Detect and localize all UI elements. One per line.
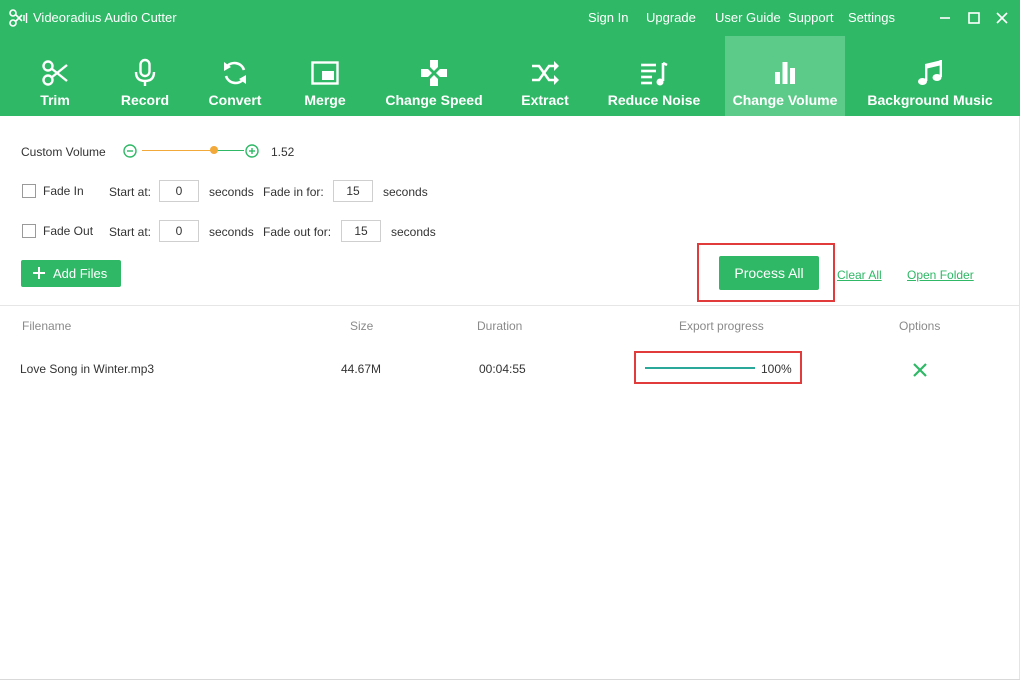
minimize-icon[interactable] <box>935 8 955 28</box>
tool-change-speed-label: Change Speed <box>385 92 483 108</box>
tool-record-label: Record <box>120 92 170 108</box>
sign-in-link[interactable]: Sign In <box>588 10 628 25</box>
fade-out-start-label: Start at: <box>109 225 152 239</box>
volume-value: 1.52 <box>271 145 295 159</box>
export-progress-text: 100% <box>761 362 792 376</box>
scissors-icon <box>42 60 68 86</box>
tool-merge-label: Merge <box>304 92 346 108</box>
row-duration: 00:04:55 <box>479 362 526 376</box>
volume-increase-icon[interactable] <box>245 144 259 158</box>
tool-reduce-noise-label: Reduce Noise <box>607 92 701 108</box>
user-guide-link[interactable]: User Guide <box>715 10 781 25</box>
fade-out-checkbox[interactable] <box>22 224 36 238</box>
sync-icon <box>224 61 246 85</box>
fade-in-start-input[interactable]: 0 <box>159 180 199 202</box>
tool-change-volume[interactable]: Change Volume <box>725 36 845 116</box>
fade-in-duration-unit: seconds <box>383 185 428 199</box>
volume-decrease-icon[interactable] <box>123 144 137 158</box>
fade-out-duration-input[interactable]: 15 <box>341 220 381 242</box>
column-header-filename: Filename <box>22 319 72 333</box>
fade-out-duration-unit: seconds <box>391 225 436 239</box>
tool-background-music-label: Background Music <box>867 92 993 108</box>
add-files-button[interactable]: Add Files <box>21 260 121 287</box>
tool-convert[interactable]: Convert <box>190 36 280 116</box>
column-header-options: Options <box>899 319 941 333</box>
custom-volume-label: Custom Volume <box>21 145 106 159</box>
tool-change-speed[interactable]: Change Speed <box>372 36 496 116</box>
volume-slider-thumb[interactable] <box>210 146 218 154</box>
microphone-icon <box>134 58 156 86</box>
plus-icon <box>33 267 45 279</box>
fade-in-duration-label: Fade in for: <box>263 185 324 199</box>
export-progress-bar <box>645 367 755 369</box>
feature-toolbar: Trim Record Convert Merge Change Speed E… <box>0 36 1020 116</box>
row-filename: Love Song in Winter.mp3 <box>20 362 155 376</box>
merge-icon <box>311 61 339 85</box>
settings-link[interactable]: Settings <box>848 10 895 25</box>
fade-in-start-label: Start at: <box>109 185 152 199</box>
section-divider <box>0 305 1020 306</box>
clear-all-link[interactable]: Clear All <box>837 268 882 282</box>
gamepad-icon <box>421 60 447 86</box>
tool-reduce-noise[interactable]: Reduce Noise <box>594 36 714 116</box>
tool-change-volume-label: Change Volume <box>732 92 838 108</box>
tool-convert-label: Convert <box>208 92 262 108</box>
shuffle-icon <box>532 61 559 85</box>
tool-record[interactable]: Record <box>100 36 190 116</box>
upgrade-link[interactable]: Upgrade <box>646 10 696 25</box>
volume-slider-track[interactable] <box>214 150 244 151</box>
column-header-size: Size <box>350 319 374 333</box>
top-links: Sign In Upgrade User Guide Support Setti… <box>0 10 1020 26</box>
export-progress-fill <box>645 367 755 369</box>
tool-extract-label: Extract <box>521 92 569 108</box>
fade-in-label: Fade In <box>43 184 84 198</box>
music-list-icon <box>641 61 668 86</box>
fade-out-start-input[interactable]: 0 <box>159 220 199 242</box>
fade-in-checkbox[interactable] <box>22 184 36 198</box>
music-note-icon <box>918 60 942 85</box>
tool-extract[interactable]: Extract <box>500 36 590 116</box>
row-size: 44.67M <box>341 362 382 376</box>
tool-trim-label: Trim <box>40 92 70 108</box>
tool-merge[interactable]: Merge <box>282 36 368 116</box>
process-all-button[interactable]: Process All <box>719 256 819 290</box>
fade-out-label: Fade Out <box>43 224 94 238</box>
tool-trim[interactable]: Trim <box>12 36 98 116</box>
remove-file-icon[interactable] <box>911 361 929 379</box>
maximize-icon[interactable] <box>964 8 984 28</box>
title-bar: Videoradius Audio Cutter Sign In Upgrade… <box>0 0 1020 36</box>
open-folder-link[interactable]: Open Folder <box>907 268 974 282</box>
fade-in-duration-input[interactable]: 15 <box>333 180 373 202</box>
fade-in-start-unit: seconds <box>209 185 254 199</box>
fade-out-start-unit: seconds <box>209 225 254 239</box>
add-files-label: Add Files <box>53 266 108 281</box>
support-link[interactable]: Support <box>788 10 834 25</box>
tool-background-music[interactable]: Background Music <box>858 36 1002 116</box>
volume-slider-track-filled[interactable] <box>142 150 214 151</box>
bar-chart-icon <box>775 62 795 84</box>
column-header-duration: Duration <box>477 319 523 333</box>
fade-out-duration-label: Fade out for: <box>263 225 332 239</box>
column-header-progress: Export progress <box>679 319 764 333</box>
close-icon[interactable] <box>992 8 1012 28</box>
